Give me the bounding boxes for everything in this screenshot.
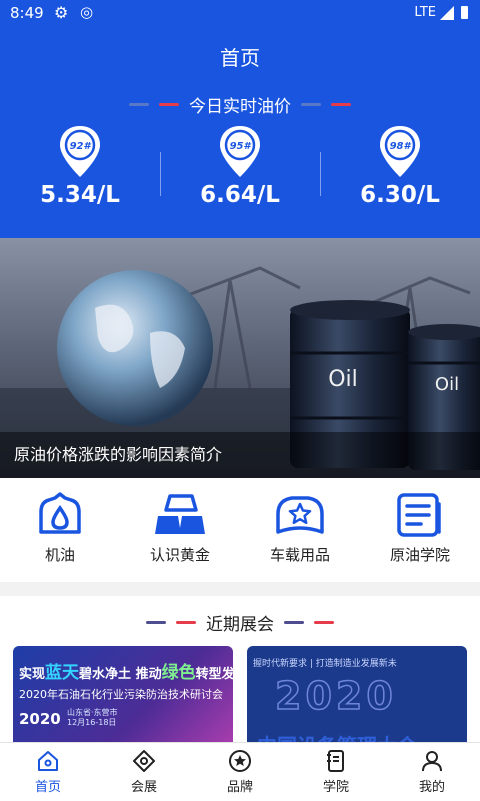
expo-icon (133, 750, 155, 772)
oil-price-95[interactable]: 95# 6.64/L (160, 124, 320, 234)
page-title: 首页 (220, 46, 260, 70)
barrel-label: Oil (328, 367, 358, 392)
oil-price-section-title: 今日实时油价 (0, 92, 480, 117)
barrel-label: Oil (435, 374, 459, 395)
home-icon (38, 751, 58, 771)
tab-home[interactable]: 首页 (0, 743, 96, 801)
network-type: LTE (414, 5, 436, 20)
car-star-icon (276, 496, 324, 534)
signal-icon (440, 6, 454, 20)
price-value: 5.34/L (40, 182, 120, 208)
tab-label: 学院 (322, 780, 349, 795)
decor-dash (129, 103, 149, 106)
document-icon (397, 493, 441, 537)
expo-card-slogan: 握时代新要求 | 打造制造业发展新未 (253, 659, 397, 669)
decor-dash (301, 103, 321, 106)
brand-star-icon (229, 750, 251, 772)
expo-card-subtitle: 2020年石油石化行业污染防治技术研讨会 (19, 688, 223, 701)
oil-drop-icon (39, 492, 81, 534)
battery-icon (461, 6, 468, 19)
tab-academy[interactable]: 学院 (288, 743, 384, 801)
grid-label: 原油学院 (389, 546, 450, 564)
bottom-tab-bar: 首页 会展 品牌 学院 我的 (0, 742, 480, 801)
fuel-grade-label: 95# (230, 141, 252, 152)
status-bar: 8:49 ⚙ ◎ LTE (0, 0, 480, 26)
expo-card[interactable]: 握时代新要求 | 打造制造业发展新未 2020 中国设备管理大会 (247, 646, 467, 742)
status-time: 8:49 (10, 4, 44, 22)
grid-label: 车载用品 (269, 546, 330, 564)
headline-word: 蓝天 (45, 663, 80, 683)
tab-label: 品牌 (226, 780, 253, 795)
expo-card-year: 2020 (19, 710, 61, 728)
tab-expo[interactable]: 会展 (96, 743, 192, 801)
price-value: 6.64/L (200, 182, 280, 208)
book-icon (327, 750, 344, 772)
tab-label: 首页 (34, 780, 61, 795)
oil-price-92[interactable]: 92# 5.34/L (0, 124, 160, 234)
headline-word: 实现 (19, 667, 46, 682)
tab-brand[interactable]: 品牌 (192, 743, 288, 801)
headline-word: 碧水净土 (79, 667, 132, 682)
category-grid: 机油 认识黄金 车载用品 原油学院 (0, 478, 480, 582)
headline-word: 转型发展 (195, 667, 233, 682)
grid-item-gold[interactable]: 认识黄金 (120, 478, 240, 582)
grid-item-car-accessories[interactable]: 车载用品 (240, 478, 360, 582)
headline-word: 推动 (135, 667, 162, 682)
decor-dash (331, 103, 351, 106)
settings-gear-icon: ⚙ (54, 3, 69, 22)
oil-price-list: 92# 5.34/L 95# 6.64/L 98# 6.30/L (0, 124, 480, 234)
fuel-grade-label: 92# (70, 141, 92, 152)
tab-label: 会展 (130, 780, 157, 795)
fuel-grade-pin-icon: 92# (60, 126, 100, 177)
grid-item-engine-oil[interactable]: 机油 (0, 478, 120, 582)
decor-dash (284, 621, 304, 624)
expo-card-headline: 实现蓝天碧水净土 推动绿色转型发展 (19, 658, 233, 683)
decor-dash (146, 621, 166, 624)
gold-bars-icon (155, 494, 205, 534)
headline-word: 绿色 (161, 663, 196, 683)
grid-label: 认识黄金 (149, 546, 210, 564)
banner-carousel[interactable]: Oil Oil 原油价格涨跌的影响因素简介 (0, 238, 480, 478)
user-icon (422, 751, 442, 772)
fuel-grade-pin-icon: 95# (220, 126, 260, 177)
tab-mine[interactable]: 我的 (384, 743, 480, 801)
grid-label: 机油 (44, 546, 75, 564)
oil-price-98[interactable]: 98# 6.30/L (320, 124, 480, 234)
expo-card-year: 2020 (274, 673, 397, 719)
banner-caption: 原油价格涨跌的影响因素简介 (0, 432, 480, 478)
expo-card-place-date: 山东省·东营市 12月16-18日 (67, 708, 118, 728)
recent-expo-section: 近期展会 实现蓝天碧水净土 推动绿色转型发展 2020年石油石化行业污染防治技术… (0, 596, 480, 742)
oil-price-title: 今日实时油价 (189, 97, 291, 117)
grid-item-crude-academy[interactable]: 原油学院 (360, 478, 480, 582)
fuel-grade-pin-icon: 98# (380, 126, 420, 177)
expo-title: 近期展会 (206, 615, 274, 635)
data-saver-icon: ◎ (80, 3, 94, 21)
decor-dash (314, 621, 334, 624)
tab-label: 我的 (418, 780, 445, 795)
expo-card[interactable]: 实现蓝天碧水净土 推动绿色转型发展 2020年石油石化行业污染防治技术研讨会 2… (13, 646, 233, 742)
expo-card-dates: 12月16-18日 (67, 718, 117, 727)
expo-card-place: 山东省·东营市 (67, 708, 118, 717)
header: 首页 今日实时油价 92# 5.34/L 95# 6.64/L 98# 6.30… (0, 26, 480, 238)
expo-card-title: 中国设备管理大会 (257, 730, 417, 742)
price-value: 6.30/L (360, 182, 440, 208)
decor-dash (159, 103, 179, 106)
expo-section-title: 近期展会 (0, 610, 480, 635)
fuel-grade-label: 98# (390, 141, 412, 152)
decor-dash (176, 621, 196, 624)
